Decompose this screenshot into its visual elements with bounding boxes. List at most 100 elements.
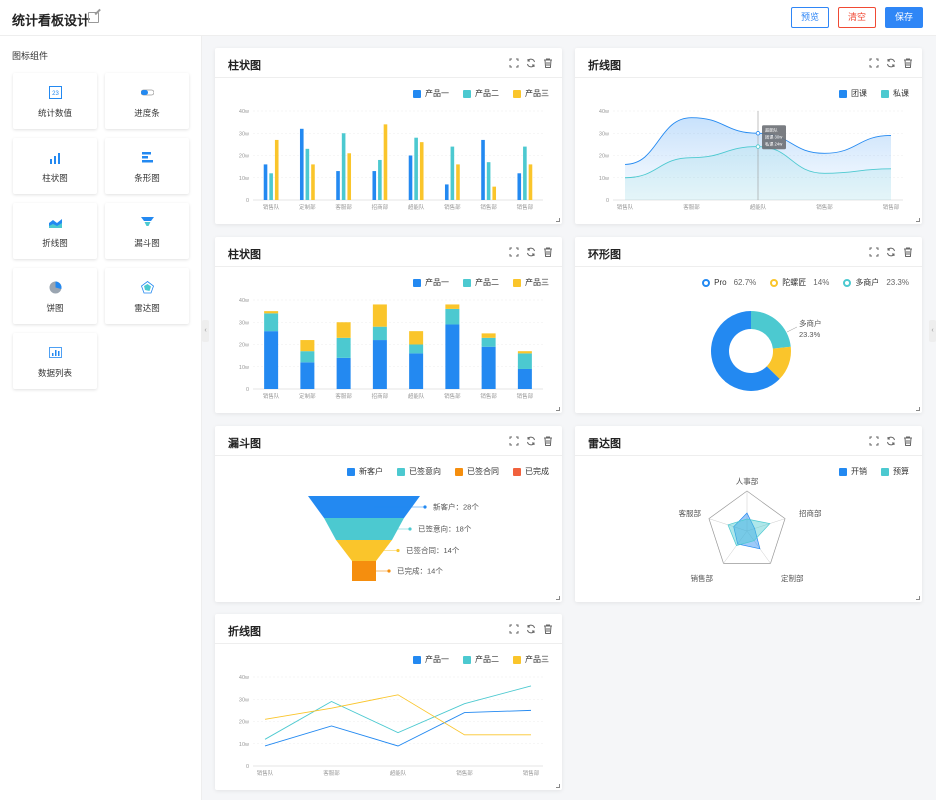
- widget-area-chart[interactable]: 折线图: [13, 203, 97, 259]
- bar[interactable]: [486, 162, 491, 200]
- widget-bar-chart[interactable]: 柱状图: [13, 138, 97, 194]
- bar-segment[interactable]: [372, 340, 387, 389]
- widget-progress[interactable]: 进度条: [105, 73, 189, 129]
- bar[interactable]: [481, 139, 485, 200]
- bar[interactable]: [347, 153, 352, 200]
- collapse-right-handle[interactable]: ‹: [929, 320, 936, 342]
- bar[interactable]: [383, 124, 388, 200]
- bar[interactable]: [414, 137, 418, 200]
- pie-slice[interactable]: [751, 311, 791, 349]
- preview-button[interactable]: 预览: [791, 7, 829, 28]
- bar-segment[interactable]: [372, 304, 387, 327]
- bar-segment[interactable]: [517, 353, 532, 369]
- bar-segment[interactable]: [300, 340, 315, 352]
- bar[interactable]: [419, 142, 424, 200]
- legend-item[interactable]: 产品一: [413, 88, 449, 99]
- y-tick-label: 20w: [239, 343, 249, 349]
- legend-item[interactable]: 陀螺匠 14%: [770, 277, 829, 288]
- legend-item[interactable]: 团课: [839, 88, 867, 99]
- legend-item[interactable]: 预算: [881, 466, 909, 477]
- legend-item[interactable]: 已签意向: [397, 466, 441, 477]
- bar[interactable]: [528, 164, 533, 200]
- legend-item[interactable]: Pro 62.7%: [702, 277, 756, 288]
- widget-pie[interactable]: 饼图: [13, 268, 97, 324]
- bar-chart-icon: [50, 153, 60, 164]
- save-button[interactable]: 保存: [885, 7, 923, 28]
- legend-swatch: [513, 89, 521, 98]
- bar[interactable]: [305, 148, 310, 200]
- collapse-left-handle[interactable]: ‹: [202, 320, 209, 342]
- bar[interactable]: [372, 171, 377, 200]
- legend-item[interactable]: 产品二: [463, 88, 499, 99]
- legend-item[interactable]: 产品一: [413, 277, 449, 288]
- bar[interactable]: [523, 146, 527, 200]
- bar[interactable]: [408, 155, 413, 201]
- clear-button[interactable]: 清空: [838, 7, 876, 28]
- legend-item[interactable]: 产品一: [413, 654, 449, 665]
- funnel-label: 已完成：14个: [397, 566, 443, 576]
- bar-segment[interactable]: [264, 311, 279, 314]
- legend-item[interactable]: 产品二: [463, 654, 499, 665]
- legend-item[interactable]: 私课: [881, 88, 909, 99]
- radar-series[interactable]: [727, 518, 771, 546]
- bar[interactable]: [299, 128, 304, 200]
- bar[interactable]: [311, 164, 315, 200]
- bar[interactable]: [378, 159, 382, 200]
- widget-radar[interactable]: 雷达图: [105, 268, 189, 324]
- bar-segment[interactable]: [517, 351, 532, 354]
- legend-item[interactable]: 产品三: [513, 654, 549, 665]
- bar[interactable]: [263, 164, 268, 200]
- bar-segment[interactable]: [445, 304, 460, 309]
- bar-segment[interactable]: [264, 331, 279, 389]
- legend-item[interactable]: 多商户 23.3%: [843, 277, 909, 288]
- bar-segment[interactable]: [264, 313, 279, 332]
- series-line[interactable]: [264, 709, 532, 747]
- widget-hbar-chart[interactable]: 条形图: [105, 138, 189, 194]
- bar[interactable]: [274, 139, 279, 200]
- bar[interactable]: [336, 171, 340, 200]
- edit-icon[interactable]: [88, 12, 99, 23]
- bar-segment[interactable]: [336, 357, 351, 389]
- bar[interactable]: [517, 173, 522, 200]
- bar-segment[interactable]: [445, 324, 460, 389]
- bar-segment[interactable]: [372, 326, 387, 341]
- legend-item[interactable]: 开销: [839, 466, 867, 477]
- bar[interactable]: [269, 173, 273, 200]
- bar-segment[interactable]: [336, 337, 351, 358]
- bar-segment[interactable]: [481, 346, 496, 389]
- bar[interactable]: [341, 133, 346, 200]
- card-line1: 折线图 0 10w 20w 30w 40w 销售队 客服部 超能队 销售部 销售部 超能队 团课 30w…: [575, 48, 922, 224]
- bar-segment[interactable]: [409, 331, 424, 345]
- legend-item[interactable]: 产品二: [463, 277, 499, 288]
- legend-label: 已完成: [525, 467, 549, 476]
- bar-segment[interactable]: [336, 322, 351, 338]
- widget-number-23[interactable]: 23 统计数值: [13, 73, 97, 129]
- legend-item[interactable]: 新客户: [347, 466, 383, 477]
- bar[interactable]: [450, 146, 455, 200]
- legend-item[interactable]: 已签合同: [455, 466, 499, 477]
- legend-percent: 23.3%: [886, 278, 909, 287]
- bar-segment[interactable]: [409, 353, 424, 389]
- legend-item[interactable]: 产品三: [513, 88, 549, 99]
- legend-swatch: [702, 278, 711, 287]
- legend-item[interactable]: 产品三: [513, 277, 549, 288]
- bar-segment[interactable]: [300, 362, 315, 389]
- bar-segment[interactable]: [481, 333, 496, 338]
- tooltip-text: 超能队: [765, 126, 778, 133]
- radar-axis-label: 招商部: [799, 508, 822, 518]
- legend-item[interactable]: 已完成: [513, 466, 549, 477]
- series-line[interactable]: [264, 694, 531, 736]
- widget-data-list[interactable]: 数据列表: [13, 333, 97, 389]
- bar-segment[interactable]: [481, 337, 496, 347]
- data-point[interactable]: [755, 144, 761, 149]
- funnel-stage[interactable]: [352, 561, 376, 581]
- bar-segment[interactable]: [517, 368, 532, 389]
- widget-funnel[interactable]: 漏斗图: [105, 203, 189, 259]
- bar[interactable]: [456, 164, 460, 200]
- bar[interactable]: [492, 186, 497, 200]
- bar[interactable]: [444, 184, 449, 200]
- bar-segment[interactable]: [445, 308, 460, 325]
- bar-segment[interactable]: [409, 344, 424, 354]
- data-point[interactable]: [755, 131, 761, 136]
- bar-segment[interactable]: [300, 351, 315, 363]
